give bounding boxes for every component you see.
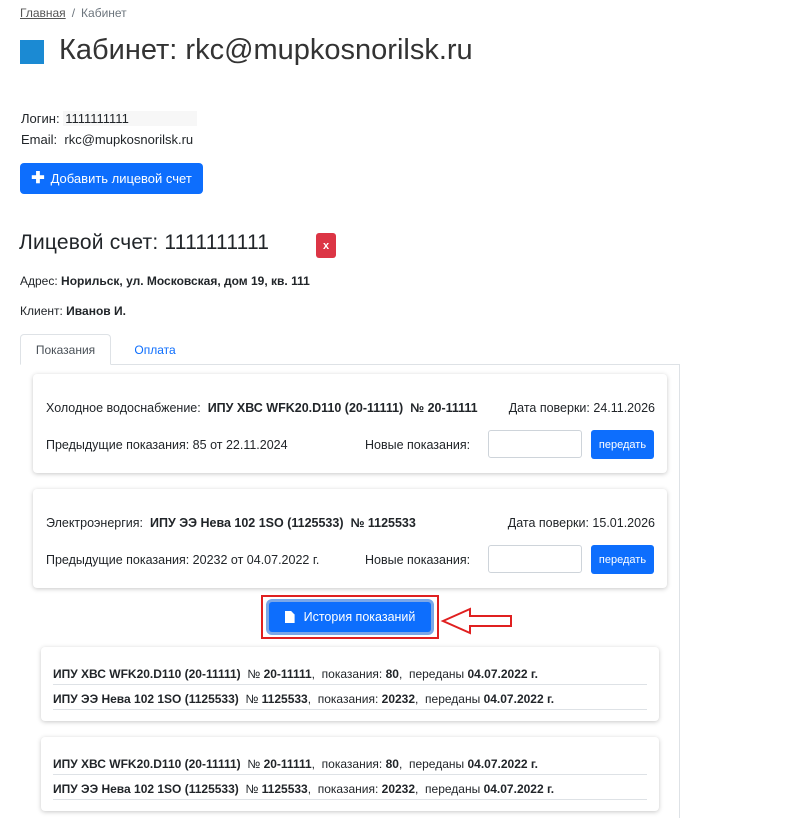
history-reading: 20232 (381, 692, 416, 706)
history-number: 20-11111 (263, 667, 312, 681)
meter-verification-date: Дата поверки: 15.01.2026 (507, 516, 655, 530)
history-row: ИПУ ХВС WFK20.D110 (20-11111) № 20-11111… (53, 757, 647, 775)
meter-verification-date: Дата поверки: 24.11.2026 (508, 401, 655, 415)
history-number-label: № (247, 667, 261, 681)
new-reading-label: Новые показания: (365, 553, 471, 567)
login-label: Логин: (21, 111, 60, 126)
history-button-label: История показаний (303, 610, 416, 624)
history-row: ИПУ ЭЭ Нева 102 1SO (1125533) № 1125533,… (53, 782, 647, 800)
breadcrumb: Главная / Кабинет (20, 6, 127, 20)
delete-account-button[interactable]: x (316, 233, 336, 258)
history-reading-label: показания: (317, 692, 379, 706)
meter-number: № 1125533 (350, 516, 416, 530)
new-reading-input[interactable] (488, 430, 582, 458)
history-number-label: № (245, 782, 259, 796)
history-device: ИПУ ЭЭ Нева 102 1SO (1125533) (53, 782, 239, 796)
new-reading-label: Новые показания: (365, 438, 471, 452)
meter-previous-reading: Предыдущие показания: 85 от 22.11.2024 (46, 438, 288, 452)
history-number: 20-11111 (263, 757, 312, 771)
tab-panel-border (679, 364, 680, 818)
history-sent-label: переданы (425, 692, 481, 706)
meter-previous-reading: Предыдущие показания: 20232 от 04.07.202… (46, 553, 320, 567)
email-label: Email: (21, 132, 58, 147)
address-line: Адрес: Норильск, ул. Московская, дом 19,… (20, 274, 310, 288)
history-reading: 80 (385, 757, 399, 771)
history-device: ИПУ ХВС WFK20.D110 (20-11111) (53, 757, 241, 771)
history-reading: 20232 (381, 782, 416, 796)
history-button[interactable]: История показаний (269, 602, 431, 632)
meter-service: Электроэнергия: (46, 516, 144, 530)
meter-title: Холодное водоснабжение: ИПУ ХВС WFK20.D1… (46, 401, 478, 415)
breadcrumb-current: Кабинет (81, 6, 127, 20)
email-value: rkc@mupkosnorilsk.ru (64, 132, 194, 147)
email-line: Email: rkc@mupkosnorilsk.ru (21, 132, 193, 147)
history-sent-date: 04.07.2022 г. (483, 692, 555, 706)
meter-device: ИПУ ЭЭ Нева 102 1SO (1125533) (149, 516, 344, 530)
annotation-arrow-icon (440, 607, 512, 635)
history-number: 1125533 (261, 782, 308, 796)
breadcrumb-home-link[interactable]: Главная (20, 6, 66, 20)
send-reading-button[interactable]: передать (591, 430, 654, 459)
send-reading-button[interactable]: передать (591, 545, 654, 574)
address-value: Норильск, ул. Московская, дом 19, кв. 11… (61, 274, 310, 288)
plus-icon: ✚ (31, 169, 45, 187)
history-row: ИПУ ЭЭ Нева 102 1SO (1125533) № 1125533,… (53, 692, 647, 710)
history-sent-date: 04.07.2022 г. (467, 757, 539, 771)
client-label: Клиент: (20, 304, 63, 318)
address-label: Адрес: (20, 274, 58, 288)
history-device: ИПУ ХВС WFK20.D110 (20-11111) (53, 667, 241, 681)
history-reading-label: показания: (317, 782, 379, 796)
history-sent-date: 04.07.2022 г. (483, 782, 555, 796)
meter-number: № 20-11111 (410, 401, 478, 415)
history-sent-label: переданы (408, 667, 465, 681)
meter-service: Холодное водоснабжение: (46, 401, 201, 415)
history-sent-label: переданы (425, 782, 481, 796)
tab-readings[interactable]: Показания (20, 334, 111, 365)
meter-card-electricity: Электроэнергия: ИПУ ЭЭ Нева 102 1SO (112… (33, 489, 667, 588)
tab-payment[interactable]: Оплата (112, 334, 198, 365)
client-line: Клиент: Иванов И. (20, 304, 126, 318)
meter-card-cold-water: Холодное водоснабжение: ИПУ ХВС WFK20.D1… (33, 374, 667, 473)
meter-device: ИПУ ХВС WFK20.D110 (20-11111) (207, 401, 404, 415)
title-square-icon (20, 40, 44, 64)
history-sent-label: переданы (408, 757, 465, 771)
history-number: 1125533 (261, 692, 308, 706)
document-icon (284, 611, 295, 623)
history-device: ИПУ ЭЭ Нева 102 1SO (1125533) (53, 692, 239, 706)
meter-title: Электроэнергия: ИПУ ЭЭ Нева 102 1SO (112… (46, 516, 416, 530)
history-reading-label: показания: (321, 667, 383, 681)
add-account-label: Добавить лицевой счет (50, 171, 192, 186)
history-sent-date: 04.07.2022 г. (467, 667, 539, 681)
breadcrumb-separator: / (71, 6, 76, 20)
history-reading: 80 (385, 667, 399, 681)
add-account-button[interactable]: ✚ Добавить лицевой счет (20, 163, 203, 194)
login-value: 1111111111 (63, 111, 198, 126)
history-number-label: № (245, 692, 259, 706)
history-number-label: № (247, 757, 261, 771)
page-title: Кабинет: rkc@mupkosnorilsk.ru (59, 34, 473, 66)
login-line: Логин: 1111111111 (21, 111, 198, 126)
history-card: ИПУ ХВС WFK20.D110 (20-11111) № 20-11111… (41, 737, 659, 811)
account-title: Лицевой счет: 1111111111 (19, 231, 270, 254)
history-reading-label: показания: (321, 757, 383, 771)
new-reading-input[interactable] (488, 545, 582, 573)
history-row: ИПУ ХВС WFK20.D110 (20-11111) № 20-11111… (53, 667, 647, 685)
client-value: Иванов И. (66, 304, 126, 318)
history-card: ИПУ ХВС WFK20.D110 (20-11111) № 20-11111… (41, 647, 659, 721)
